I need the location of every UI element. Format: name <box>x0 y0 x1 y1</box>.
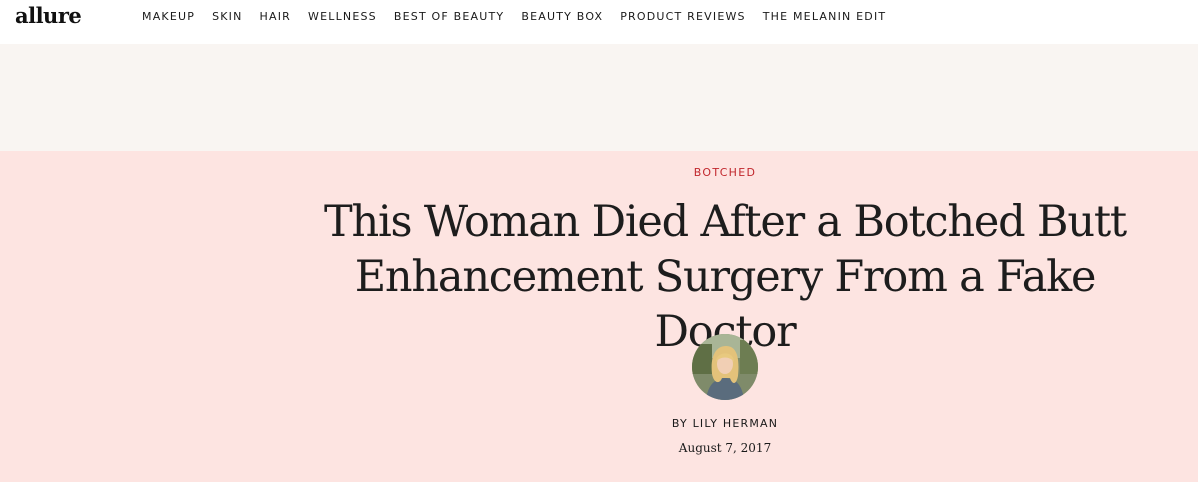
nav-item-best-of-beauty[interactable]: BEST OF BEAUTY <box>394 10 505 23</box>
article-byline: BY LILY HERMAN <box>0 417 1198 430</box>
main-nav: MAKEUP SKIN HAIR WELLNESS BEST OF BEAUTY… <box>142 10 903 23</box>
author-name-link[interactable]: LILY HERMAN <box>693 417 779 430</box>
site-logo[interactable]: allure <box>15 3 82 28</box>
nav-item-beauty-box[interactable]: BEAUTY BOX <box>521 10 603 23</box>
nav-item-makeup[interactable]: MAKEUP <box>142 10 195 23</box>
article-rubric[interactable]: BOTCHED <box>0 166 1198 179</box>
nav-item-skin[interactable]: SKIN <box>212 10 242 23</box>
nav-item-wellness[interactable]: WELLNESS <box>308 10 377 23</box>
ad-placeholder-band <box>0 44 1198 151</box>
nav-item-melanin-edit[interactable]: THE MELANIN EDIT <box>763 10 887 23</box>
article-header: BOTCHED This Woman Died After a Botched … <box>0 151 1198 482</box>
nav-item-hair[interactable]: HAIR <box>260 10 291 23</box>
nav-item-product-reviews[interactable]: PRODUCT REVIEWS <box>620 10 746 23</box>
byline-prefix: BY <box>671 417 693 430</box>
author-avatar[interactable] <box>692 334 758 400</box>
author-photo <box>692 334 758 400</box>
top-navigation: allure MAKEUP SKIN HAIR WELLNESS BEST OF… <box>0 0 1198 44</box>
publish-date: August 7, 2017 <box>678 441 772 455</box>
